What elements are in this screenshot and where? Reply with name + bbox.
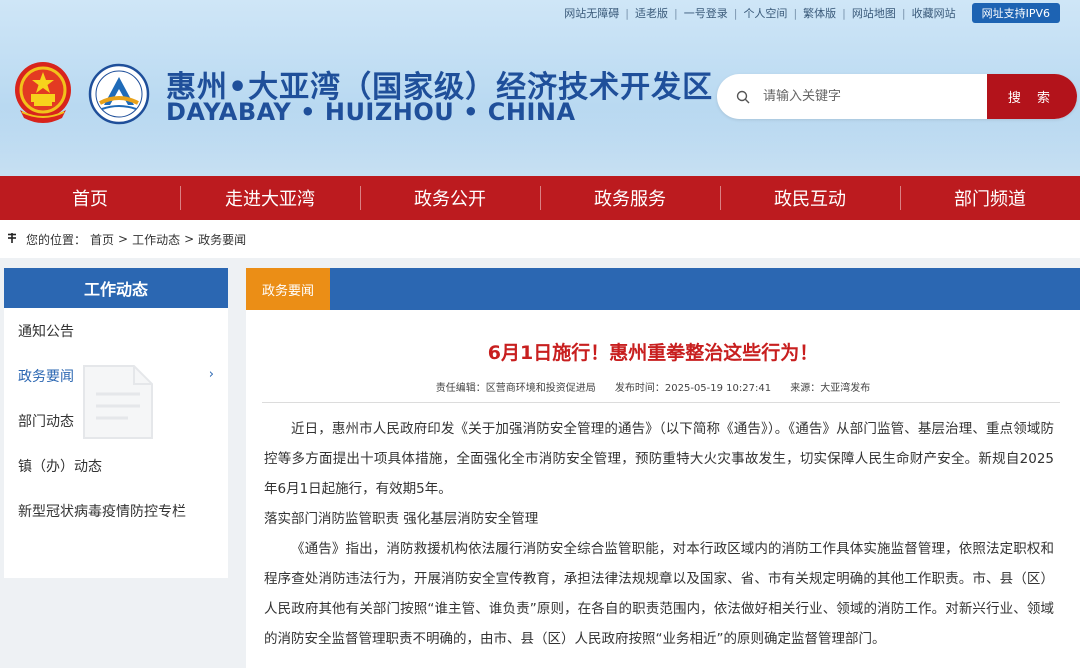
article-panel-header: 政务要闻 xyxy=(246,268,1080,310)
tab-gov-news[interactable]: 政务要闻 xyxy=(246,268,330,310)
dayabay-logo-icon xyxy=(88,63,150,125)
article-body: 近日，惠州市人民政府印发《关于加强消防安全管理的通告》（以下简称《通告》）。《通… xyxy=(264,414,1054,654)
breadcrumb-separator: > xyxy=(118,232,129,246)
link-accessibility[interactable]: 网站无障碍 xyxy=(558,5,625,21)
breadcrumb-current[interactable]: 政务要闻 xyxy=(198,231,246,248)
sidebar-item-label: 新型冠状病毒疫情防控专栏 xyxy=(18,503,186,520)
article-editor: 责任编辑：区营商环境和投资促进局 xyxy=(435,383,596,394)
divider xyxy=(262,402,1060,403)
nav-item-gov-services[interactable]: 政务服务 xyxy=(540,176,720,220)
sidebar-item-label: 部门动态 xyxy=(18,413,74,430)
sidebar-title: 工作动态 xyxy=(4,268,228,308)
article-panel: 政务要闻 6月1日施行！惠州重拳整治这些行为！ 责任编辑：区营商环境和投资促进局… xyxy=(246,268,1080,668)
site-subtitle: DAYABAY • HUIZHOU • CHINA xyxy=(166,98,576,126)
breadcrumb: 您的位置： 首页 > 工作动态 > 政务要闻 xyxy=(0,220,1080,258)
top-links-bar: 网站无障碍 | 适老版 | 一号登录 | 个人空间 | 繁体版 | 网站地图 | 收藏网站 … xyxy=(558,3,1060,23)
nav-item-gov-info[interactable]: 政务公开 xyxy=(360,176,540,220)
article-subheading: 落实部门消防监管职责 强化基层消防安全管理 xyxy=(264,511,539,527)
search-box: 搜 索 xyxy=(717,74,1077,119)
sidebar-item-covid[interactable]: 新型冠状病毒疫情防控专栏 xyxy=(4,488,228,533)
chevron-right-icon: › xyxy=(208,367,214,382)
site-header: 网站无障碍 | 适老版 | 一号登录 | 个人空间 | 繁体版 | 网站地图 | 收藏网站 … xyxy=(0,0,1080,176)
article-paragraph: 近日，惠州市人民政府印发《关于加强消防安全管理的通告》（以下简称《通告》）。《通… xyxy=(264,421,1054,497)
link-personal-space[interactable]: 个人空间 xyxy=(737,5,793,21)
breadcrumb-label: 您的位置： xyxy=(26,232,87,247)
nav-item-interaction[interactable]: 政民互动 xyxy=(720,176,900,220)
location-icon xyxy=(6,232,18,247)
search-input[interactable] xyxy=(763,89,987,104)
sidebar-item-label: 政务要闻 xyxy=(18,368,74,385)
sidebar-item-label: 通知公告 xyxy=(18,323,74,340)
sidebar-item-town-news[interactable]: 镇（办）动态 xyxy=(4,443,228,488)
nav-item-departments[interactable]: 部门频道 xyxy=(900,176,1080,220)
document-watermark-icon xyxy=(83,365,153,439)
sidebar-item-label: 镇（办）动态 xyxy=(18,458,102,475)
article-source: 来源：大亚湾发布 xyxy=(790,383,871,394)
article-meta: 责任编辑：区营商环境和投资促进局 发布时间：2025-05-19 10:27:4… xyxy=(246,379,1060,394)
link-bookmark[interactable]: 收藏网站 xyxy=(906,5,962,21)
search-icon xyxy=(723,90,763,104)
nav-item-about[interactable]: 走进大亚湾 xyxy=(180,176,360,220)
breadcrumb-home[interactable]: 首页 xyxy=(90,231,114,248)
breadcrumb-work-news[interactable]: 工作动态 xyxy=(132,231,180,248)
sidebar: 工作动态 通知公告 政务要闻 › 部门动态 镇（办）动态 新型冠状病毒疫情防控专… xyxy=(4,268,228,578)
breadcrumb-separator: > xyxy=(184,232,195,246)
link-traditional-chinese[interactable]: 繁体版 xyxy=(797,5,842,21)
article-paragraph: 《通告》指出，消防救援机构依法履行消防安全综合监管职能，对本行政区域内的消防工作… xyxy=(264,541,1054,647)
sidebar-item-notices[interactable]: 通知公告 xyxy=(4,308,228,353)
ipv6-badge: 网址支持IPV6 xyxy=(971,3,1060,23)
national-emblem-icon xyxy=(15,62,71,123)
nav-item-home[interactable]: 首页 xyxy=(0,176,180,220)
search-button[interactable]: 搜 索 xyxy=(987,74,1077,119)
link-elderly-mode[interactable]: 适老版 xyxy=(629,5,674,21)
link-sitemap[interactable]: 网站地图 xyxy=(846,5,902,21)
article-time: 发布时间：2025-05-19 10:27:41 xyxy=(614,383,772,394)
article-title: 6月1日施行！惠州重拳整治这些行为！ xyxy=(487,342,819,364)
link-login[interactable]: 一号登录 xyxy=(678,5,734,21)
main-nav: 首页 走进大亚湾 政务公开 政务服务 政民互动 部门频道 xyxy=(0,176,1080,220)
